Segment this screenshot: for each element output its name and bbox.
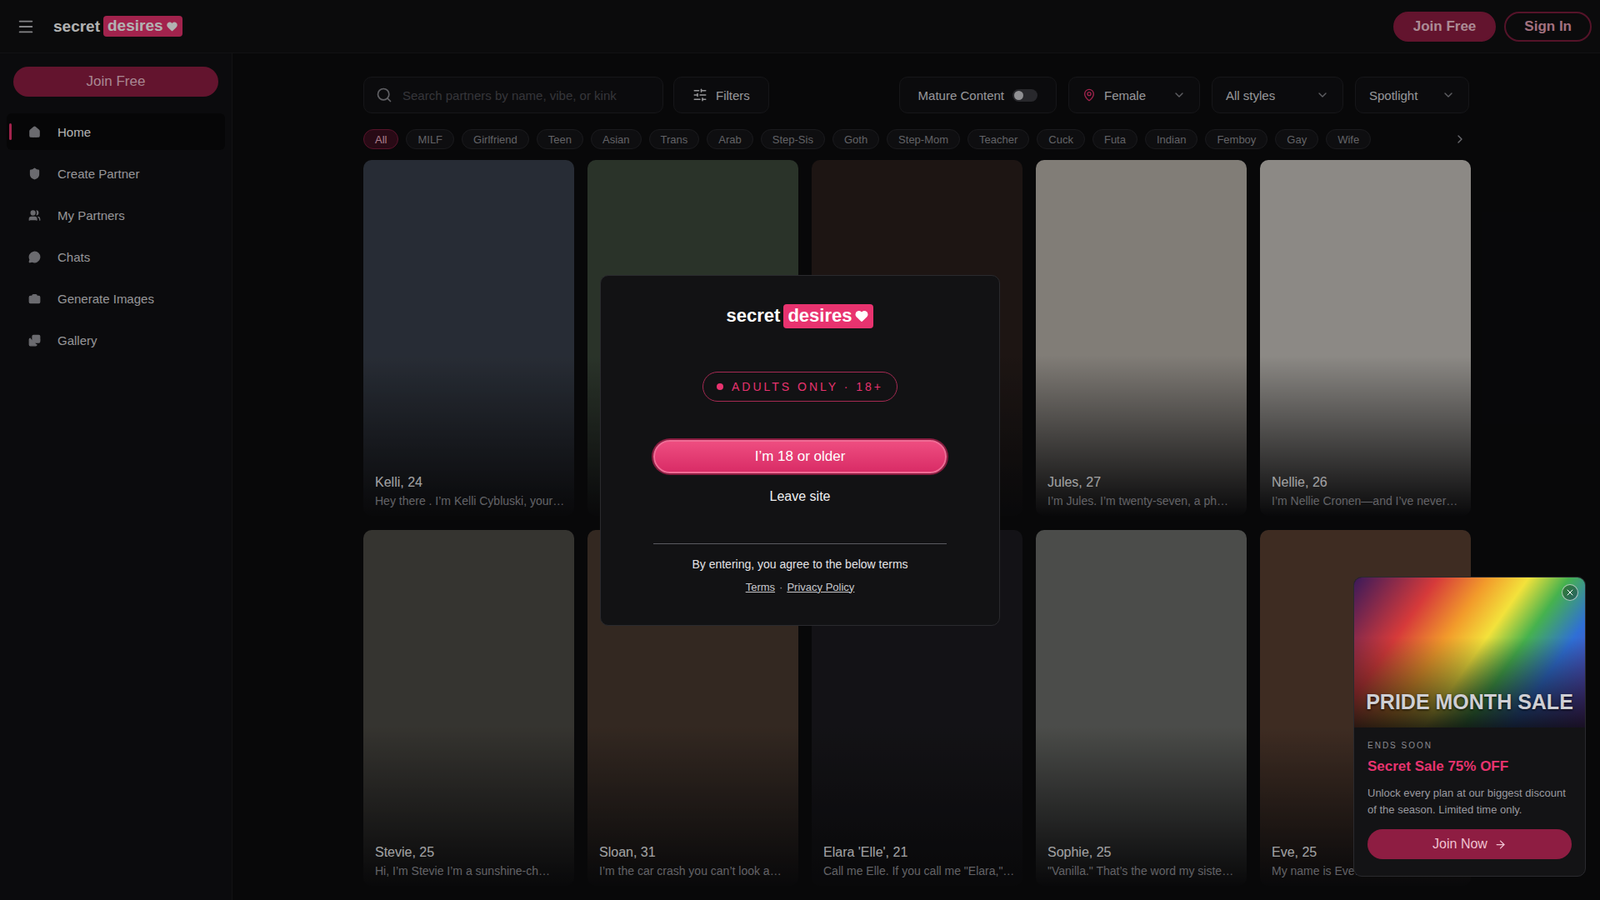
adults-only-badge: ADULTS ONLY · 18+: [702, 371, 898, 402]
arrow-right-icon: [1494, 838, 1507, 851]
leave-site-button[interactable]: Leave site: [765, 488, 836, 505]
logo[interactable]: secretdesires: [726, 304, 875, 329]
join-now-button[interactable]: Join Now: [1367, 829, 1572, 860]
promo-eyebrow: ENDS SOON: [1367, 740, 1572, 750]
legal-link[interactable]: Privacy Policy: [786, 580, 855, 594]
confirm-age-button[interactable]: I’m 18 or older: [653, 440, 947, 474]
promo-title: Secret Sale 75% OFF: [1367, 758, 1572, 775]
promo-banner: PRIDE MONTH SALE: [1354, 577, 1585, 728]
page: secretdesiresJoin FreeSign InJoin FreeHo…: [0, 0, 1600, 900]
age-gate-modal: secretdesires ADULTS ONLY · 18+ I’m 18 or …: [600, 275, 1000, 626]
promo-popup: PRIDE MONTH SALE ENDS SOON Secret Sale 75%…: [1353, 576, 1586, 877]
legal-link[interactable]: Terms: [745, 580, 775, 594]
promo-text: Unlock every plan at our biggest discoun…: [1367, 785, 1572, 818]
legal-links: Terms·Privacy Policy: [745, 580, 855, 594]
agree-text: By entering, you agree to the below term…: [691, 557, 908, 571]
logo-badge: desires: [783, 304, 874, 329]
divider: [653, 543, 947, 545]
badge-dot: [716, 383, 724, 390]
close-button[interactable]: [1561, 584, 1579, 601]
heart-icon: [854, 308, 870, 324]
close-icon: [1565, 587, 1575, 598]
